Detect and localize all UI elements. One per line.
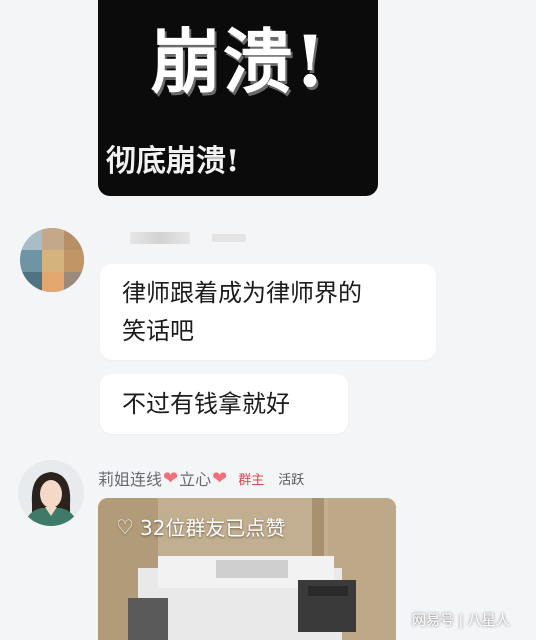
sender-info: 莉姐连线 ❤ 立心 ❤ 群主 活跃 bbox=[98, 466, 304, 490]
message-line: 不过有钱拿就好 bbox=[122, 390, 290, 418]
avatar-portrait-icon bbox=[18, 460, 84, 526]
sender-name[interactable]: 莉姐连线 bbox=[98, 466, 162, 490]
message-line: 笑话吧 bbox=[122, 317, 194, 345]
role-badge: 群主 bbox=[238, 472, 265, 488]
sticker-image[interactable]: 崩溃! 彻底崩溃! bbox=[98, 0, 378, 196]
sticker-small-text: 彻底崩溃! bbox=[106, 144, 240, 179]
avatar[interactable] bbox=[18, 460, 84, 526]
message-bubble[interactable]: 律师跟着成为律师界的 笑话吧 bbox=[100, 264, 436, 360]
sender-name-blurred bbox=[130, 232, 190, 244]
status-badge: 活跃 bbox=[278, 472, 305, 488]
heart-icon: ❤ bbox=[212, 467, 228, 489]
sticker-big-text: 崩溃! bbox=[150, 20, 328, 103]
heart-icon: ❤ bbox=[163, 467, 179, 489]
sender-name-middle: 立心 bbox=[179, 470, 212, 489]
watermark: 网易号 | 八星人 bbox=[412, 613, 510, 629]
message-line: 律师跟着成为律师界的 bbox=[122, 279, 362, 307]
likes-count[interactable]: ♡ 32位群友已点赞 bbox=[116, 512, 285, 541]
heart-outline-icon: ♡ bbox=[116, 514, 134, 539]
photo-message[interactable]: ♡ 32位群友已点赞 bbox=[98, 498, 396, 640]
message-bubble[interactable]: 不过有钱拿就好 bbox=[100, 374, 348, 434]
sender-tag-blurred bbox=[212, 234, 246, 242]
avatar-blurred[interactable] bbox=[20, 228, 84, 292]
likes-text: 32位群友已点赞 bbox=[139, 516, 286, 540]
